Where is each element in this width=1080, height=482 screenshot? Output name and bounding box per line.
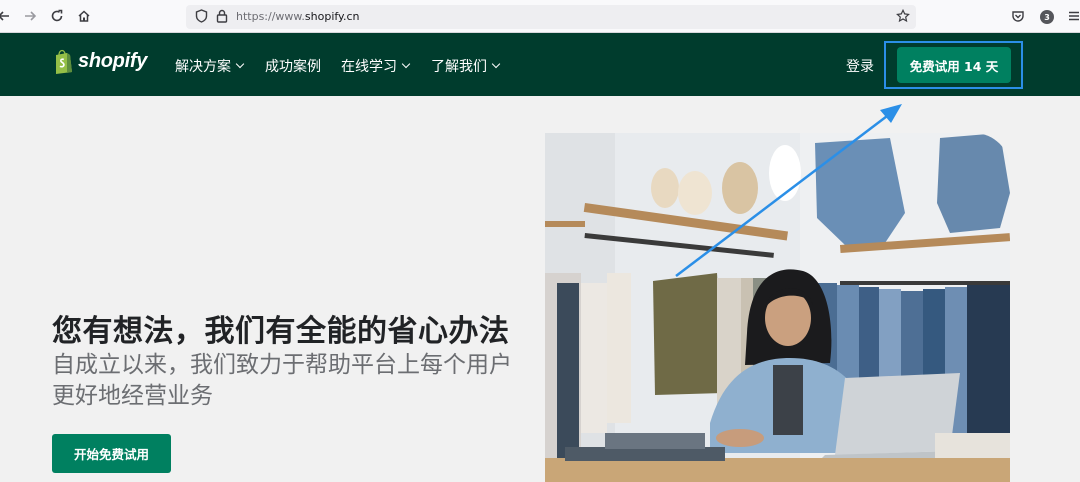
page: https://www.shopify.cn 3 shopify 解决方案 成功… [0, 0, 1080, 482]
annotation-arrow [675, 104, 902, 277]
